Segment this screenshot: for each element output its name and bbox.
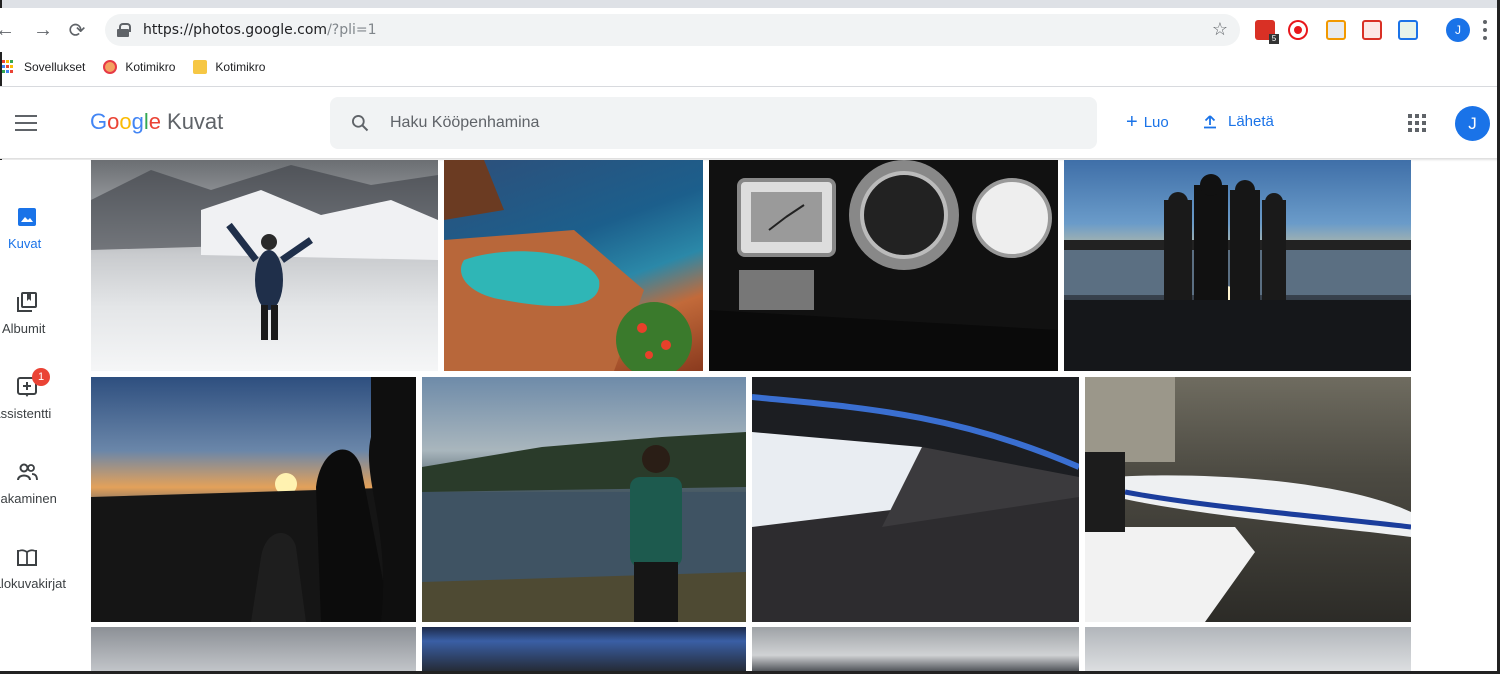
kotimikro-icon bbox=[103, 60, 118, 74]
search-box[interactable] bbox=[330, 97, 1097, 149]
plus-icon: + bbox=[1126, 111, 1138, 133]
bookmark-label: Kotimikro bbox=[125, 60, 176, 74]
photo-tile[interactable] bbox=[1085, 627, 1411, 674]
apps-icon bbox=[2, 60, 16, 74]
upload-icon bbox=[1204, 114, 1216, 128]
main-menu-icon[interactable] bbox=[15, 115, 37, 131]
lake-sunset-group-image bbox=[1064, 174, 1411, 371]
photo-tile[interactable] bbox=[444, 160, 703, 371]
photo-tile[interactable] bbox=[1064, 160, 1411, 371]
sunset-couple-image bbox=[91, 377, 416, 622]
browser-tabstrip bbox=[0, 0, 1500, 8]
lake-man-image bbox=[422, 432, 746, 622]
photo-grid bbox=[90, 160, 1412, 674]
extension-icon[interactable]: 5 bbox=[1255, 20, 1279, 44]
bookmark-label: Sovellukset bbox=[24, 60, 86, 74]
notification-badge: 1 bbox=[32, 368, 50, 386]
photo-tile[interactable] bbox=[422, 627, 746, 674]
photo-tile[interactable] bbox=[91, 160, 438, 371]
product-name: Kuvat bbox=[167, 109, 224, 134]
url-text[interactable]: https://photos.google.com/?pli=1 bbox=[143, 22, 377, 38]
sidebar: Kuvat Albumit 1 Assistentti Jakaminen Va… bbox=[0, 160, 90, 674]
bookmarks-bar: Sovellukset Kotimikro Kotimikro bbox=[0, 52, 1500, 82]
photo-icon bbox=[18, 208, 36, 226]
reload-icon[interactable]: ⟳ bbox=[62, 15, 92, 45]
upload-button[interactable]: Lähetä bbox=[1202, 113, 1274, 130]
sidebar-item-photos[interactable]: Kuvat bbox=[0, 206, 90, 276]
bookmark-label: Kotimikro bbox=[215, 60, 266, 74]
photo-tile[interactable] bbox=[709, 160, 1058, 371]
photo-tile[interactable] bbox=[422, 377, 746, 622]
sidebar-item-assistant[interactable]: 1 Assistentti bbox=[0, 368, 90, 446]
cast-extension-icon[interactable] bbox=[1326, 20, 1346, 40]
sidebar-item-photo-books[interactable]: Valokuvakirjat bbox=[0, 546, 90, 616]
sidebar-item-albums[interactable]: Albumit bbox=[0, 291, 90, 361]
photo-tile[interactable] bbox=[91, 377, 416, 622]
forward-icon[interactable]: → bbox=[28, 15, 58, 45]
sidebar-item-sharing[interactable]: Jakaminen bbox=[0, 461, 90, 531]
album-icon bbox=[17, 292, 37, 312]
bookmark-kotimikro-1[interactable]: Kotimikro bbox=[103, 60, 175, 74]
search-icon[interactable] bbox=[350, 113, 370, 133]
snow-mountain-image bbox=[91, 165, 438, 340]
bookmark-kotimikro-2[interactable]: Kotimikro bbox=[193, 60, 265, 74]
app-header: Google Kuvat +Luo Lähetä J bbox=[0, 87, 1500, 159]
folder-icon bbox=[193, 60, 208, 74]
google-photos-logo[interactable]: Google Kuvat bbox=[90, 109, 223, 135]
pool-coast-image bbox=[444, 160, 692, 371]
bookmark-star-icon[interactable]: ☆ bbox=[1212, 19, 1228, 40]
account-avatar[interactable]: J bbox=[1455, 106, 1490, 141]
translate-extension-icon[interactable] bbox=[1398, 20, 1418, 40]
people-icon bbox=[17, 463, 38, 481]
photo-tile[interactable] bbox=[1085, 377, 1411, 622]
create-button[interactable]: + Luo bbox=[1126, 111, 1169, 133]
pdf-extension-icon[interactable] bbox=[1362, 20, 1382, 40]
watches-image bbox=[709, 160, 1058, 371]
photo-tile[interactable] bbox=[752, 627, 1079, 674]
bookmark-apps[interactable]: Sovellukset bbox=[2, 60, 85, 74]
lock-icon bbox=[117, 23, 131, 37]
back-icon[interactable]: ← bbox=[0, 15, 15, 45]
browser-toolbar: ← → ⟳ https://photos.google.com/?pli=1 ☆… bbox=[0, 8, 1500, 52]
book-icon bbox=[17, 549, 37, 566]
google-apps-icon[interactable] bbox=[1408, 114, 1426, 132]
browser-profile-avatar[interactable]: J bbox=[1446, 18, 1470, 42]
boat-garage-image bbox=[1085, 377, 1411, 622]
browser-menu-icon[interactable] bbox=[1483, 20, 1487, 40]
photo-tile[interactable] bbox=[91, 627, 416, 674]
hockey-arena-image bbox=[752, 394, 1079, 622]
opera-extension-icon[interactable] bbox=[1290, 22, 1306, 38]
photo-tile[interactable] bbox=[752, 377, 1079, 622]
address-bar[interactable]: https://photos.google.com/?pli=1 ☆ bbox=[105, 14, 1240, 46]
search-input[interactable] bbox=[390, 97, 1080, 149]
